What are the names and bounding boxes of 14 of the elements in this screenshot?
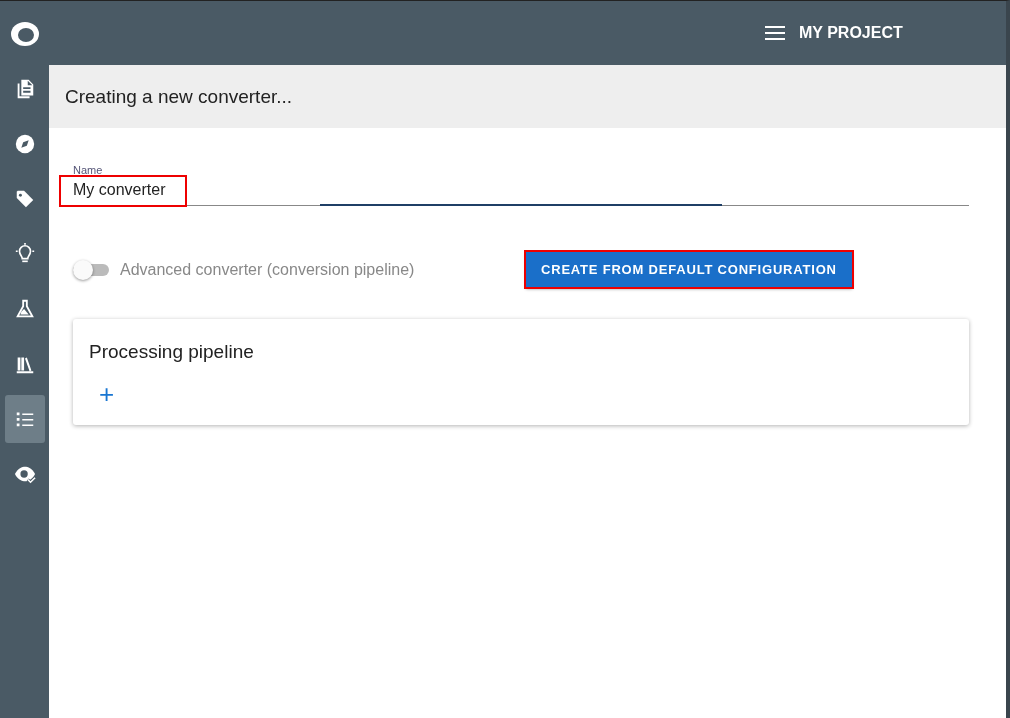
project-name[interactable]: MY PROJECT (799, 24, 903, 42)
page-title: Creating a new converter... (65, 85, 293, 108)
toggle-switch[interactable] (73, 259, 111, 280)
add-button[interactable]: + (99, 381, 115, 407)
name-input[interactable]: My converter (61, 177, 185, 205)
sidebar-item[interactable] (4, 395, 45, 443)
menu-icon[interactable] (765, 26, 785, 40)
field-label: Name (73, 164, 104, 176)
create-button[interactable]: CREATE FROM DEFAULT CONFIGURATION (526, 252, 852, 287)
logo-icon[interactable] (9, 19, 40, 49)
toggle-label: Advanced converter (conversion pipeline) (120, 260, 416, 279)
card-title: Processing pipeline (89, 341, 255, 363)
bulb-icon (13, 243, 36, 265)
compass-icon (13, 133, 36, 155)
